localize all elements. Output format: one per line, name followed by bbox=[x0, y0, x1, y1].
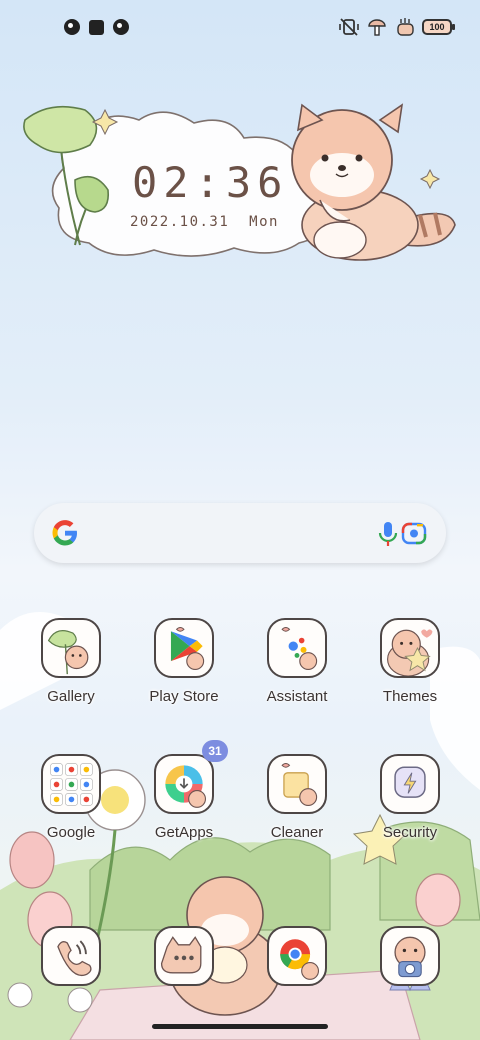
lens-icon[interactable] bbox=[400, 520, 428, 546]
chrome-icon[interactable] bbox=[267, 926, 327, 986]
status-notifications bbox=[64, 19, 129, 35]
assistant-icon[interactable] bbox=[267, 618, 327, 678]
app-assistant[interactable]: Assistant bbox=[242, 618, 352, 728]
red-panda-illustration bbox=[291, 103, 456, 261]
themes-icon[interactable] bbox=[380, 618, 440, 678]
square-notification-icon bbox=[89, 19, 104, 35]
google-folder-icon[interactable] bbox=[41, 754, 101, 814]
mic-icon[interactable] bbox=[377, 520, 399, 548]
mute-vibrate-icon bbox=[339, 18, 359, 36]
dock-camera[interactable] bbox=[355, 926, 465, 1036]
app-gallery[interactable]: Gallery bbox=[16, 618, 126, 728]
mushroom-icon bbox=[368, 19, 386, 36]
app-label: Google bbox=[46, 824, 96, 841]
dock-chrome[interactable] bbox=[242, 926, 352, 1036]
app-label: Assistant bbox=[266, 688, 328, 705]
security-icon[interactable] bbox=[380, 754, 440, 814]
camera-icon[interactable] bbox=[380, 926, 440, 986]
messages-icon[interactable] bbox=[154, 926, 214, 986]
app-play-store[interactable]: Play Store bbox=[129, 618, 239, 728]
hand-wave-icon bbox=[397, 18, 414, 36]
app-label: GetApps bbox=[154, 824, 214, 841]
app-label: Play Store bbox=[149, 688, 219, 705]
app-themes[interactable]: Themes bbox=[355, 618, 465, 728]
phone-icon[interactable] bbox=[41, 926, 101, 986]
navigation-handle[interactable] bbox=[152, 1024, 328, 1029]
dock-messages[interactable] bbox=[129, 926, 239, 1036]
battery-indicator: 100 bbox=[422, 19, 455, 35]
dock-phone[interactable] bbox=[16, 926, 126, 1036]
clock-widget[interactable]: 02:36 2022.10.31 Mon bbox=[20, 100, 460, 270]
play-store-icon[interactable] bbox=[154, 618, 214, 678]
leaf-decoration-icon bbox=[23, 105, 119, 246]
google-search-bar[interactable] bbox=[34, 503, 446, 563]
status-indicators: 100 bbox=[338, 16, 455, 38]
app-folder-google[interactable]: Google bbox=[16, 754, 126, 864]
status-bar: 100 bbox=[0, 0, 480, 56]
clock-date: 2022.10.31 Mon bbox=[130, 214, 279, 230]
app-cleaner[interactable]: Cleaner bbox=[242, 754, 352, 864]
clock-time: 02:36 bbox=[132, 158, 289, 207]
app-security[interactable]: Security bbox=[355, 754, 465, 864]
app-label: Cleaner bbox=[270, 824, 324, 841]
getapps-icon[interactable] bbox=[154, 754, 214, 814]
notification-badge: 31 bbox=[202, 740, 228, 762]
app-getapps[interactable]: 31 GetApps bbox=[129, 740, 239, 864]
app-label: Themes bbox=[382, 688, 438, 705]
cleaner-icon[interactable] bbox=[267, 754, 327, 814]
google-g-icon[interactable] bbox=[50, 518, 80, 548]
notification-icon bbox=[113, 19, 129, 35]
app-label: Security bbox=[382, 824, 438, 841]
gallery-icon[interactable] bbox=[41, 618, 101, 678]
app-label: Gallery bbox=[47, 688, 95, 705]
notification-icon bbox=[64, 19, 80, 35]
